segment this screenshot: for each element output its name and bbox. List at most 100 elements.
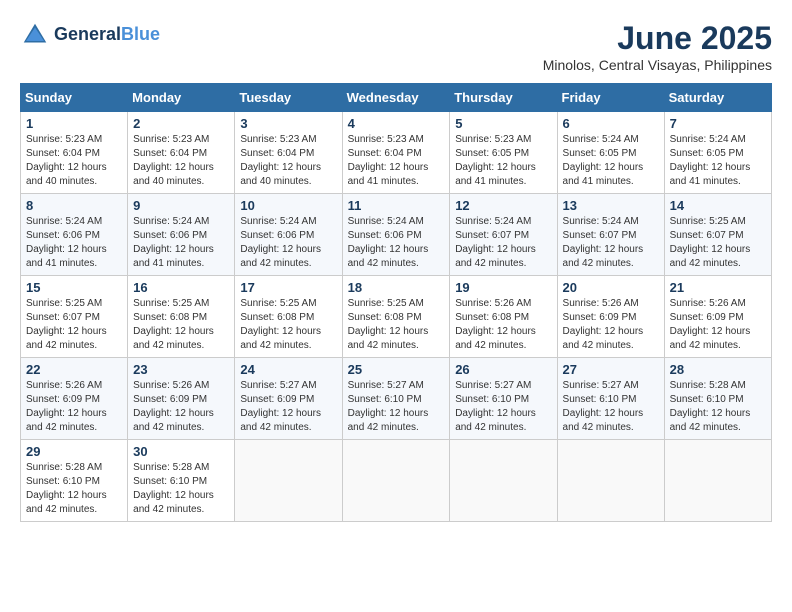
calendar-cell [557, 440, 664, 522]
calendar-cell: 28 Sunrise: 5:28 AMSunset: 6:10 PMDayligh… [664, 358, 771, 440]
calendar-cell: 30 Sunrise: 5:28 AMSunset: 6:10 PMDayligh… [128, 440, 235, 522]
calendar-cell: 5Sunrise: 5:23 AMSunset: 6:05 PMDaylight… [450, 112, 557, 194]
calendar-table: Sunday Monday Tuesday Wednesday Thursday… [20, 83, 772, 522]
calendar-cell: 25Sunrise: 5:27 AMSunset: 6:10 PMDayligh… [342, 358, 450, 440]
day-info: Sunrise: 5:28 AMSunset: 6:10 PMDaylight:… [133, 461, 229, 517]
calendar-cell: 16Sunrise: 5:25 AMSunset: 6:08 PMDayligh… [128, 276, 235, 358]
calendar-cell [235, 440, 342, 522]
calendar-row: 22 Sunrise: 5:26 AMSunset: 6:09 PMDayligh… [21, 358, 772, 440]
day-number: 7 [670, 116, 766, 131]
header-sunday: Sunday [21, 84, 128, 112]
logo-text: GeneralBlue [54, 24, 160, 46]
calendar-row: 8 Sunrise: 5:24 AMSunset: 6:06 PMDaylight… [21, 194, 772, 276]
calendar-cell: 22 Sunrise: 5:26 AMSunset: 6:09 PMDayligh… [21, 358, 128, 440]
day-number: 6 [563, 116, 659, 131]
calendar-cell: 27 Sunrise: 5:27 AMSunset: 6:10 PMDayligh… [557, 358, 664, 440]
calendar-cell: 2 Sunrise: 5:23 AMSunset: 6:04 PMDaylight… [128, 112, 235, 194]
location-title: Minolos, Central Visayas, Philippines [543, 57, 772, 73]
day-number: 26 [455, 362, 551, 377]
header-tuesday: Tuesday [235, 84, 342, 112]
logo-icon [20, 20, 50, 50]
day-number: 8 [26, 198, 122, 213]
day-info: Sunrise: 5:24 AMSunset: 6:07 PMDaylight:… [563, 215, 659, 271]
day-info: Sunrise: 5:24 AMSunset: 6:05 PMDaylight:… [670, 133, 766, 189]
day-info: Sunrise: 5:24 AMSunset: 6:06 PMDaylight:… [26, 215, 122, 271]
day-number: 19 [455, 280, 551, 295]
header-monday: Monday [128, 84, 235, 112]
day-info: Sunrise: 5:25 AMSunset: 6:07 PMDaylight:… [26, 297, 122, 353]
day-info: Sunrise: 5:24 AMSunset: 6:06 PMDaylight:… [133, 215, 229, 271]
day-number: 1 [26, 116, 122, 131]
calendar-cell: 18 Sunrise: 5:25 AMSunset: 6:08 PMDayligh… [342, 276, 450, 358]
day-info: Sunrise: 5:28 AMSunset: 6:10 PMDaylight:… [26, 461, 122, 517]
day-info: Sunrise: 5:27 AMSunset: 6:10 PMDaylight:… [455, 379, 551, 435]
calendar-cell: 11 Sunrise: 5:24 AMSunset: 6:06 PMDayligh… [342, 194, 450, 276]
calendar-cell: 23 Sunrise: 5:26 AMSunset: 6:09 PMDayligh… [128, 358, 235, 440]
day-info: Sunrise: 5:24 AMSunset: 6:06 PMDaylight:… [240, 215, 336, 271]
header-thursday: Thursday [450, 84, 557, 112]
calendar-cell: 20Sunrise: 5:26 AMSunset: 6:09 PMDayligh… [557, 276, 664, 358]
day-info: Sunrise: 5:25 AMSunset: 6:08 PMDaylight:… [133, 297, 229, 353]
day-info: Sunrise: 5:23 AMSunset: 6:04 PMDaylight:… [133, 133, 229, 189]
calendar-cell: 7 Sunrise: 5:24 AMSunset: 6:05 PMDaylight… [664, 112, 771, 194]
calendar-row: 1 Sunrise: 5:23 AMSunset: 6:04 PMDaylight… [21, 112, 772, 194]
header-saturday: Saturday [664, 84, 771, 112]
day-info: Sunrise: 5:26 AMSunset: 6:08 PMDaylight:… [455, 297, 551, 353]
calendar-cell: 14 Sunrise: 5:25 AMSunset: 6:07 PMDayligh… [664, 194, 771, 276]
day-info: Sunrise: 5:27 AMSunset: 6:09 PMDaylight:… [240, 379, 336, 435]
day-info: Sunrise: 5:27 AMSunset: 6:10 PMDaylight:… [563, 379, 659, 435]
header-wednesday: Wednesday [342, 84, 450, 112]
calendar-cell: 19 Sunrise: 5:26 AMSunset: 6:08 PMDayligh… [450, 276, 557, 358]
day-number: 10 [240, 198, 336, 213]
calendar-row: 15 Sunrise: 5:25 AMSunset: 6:07 PMDayligh… [21, 276, 772, 358]
day-info: Sunrise: 5:26 AMSunset: 6:09 PMDaylight:… [670, 297, 766, 353]
calendar-cell: 4Sunrise: 5:23 AMSunset: 6:04 PMDaylight… [342, 112, 450, 194]
day-number: 12 [455, 198, 551, 213]
day-number: 24 [240, 362, 336, 377]
calendar-cell [342, 440, 450, 522]
calendar-cell: 9 Sunrise: 5:24 AMSunset: 6:06 PMDaylight… [128, 194, 235, 276]
header-friday: Friday [557, 84, 664, 112]
calendar-cell: 10 Sunrise: 5:24 AMSunset: 6:06 PMDayligh… [235, 194, 342, 276]
calendar-cell [664, 440, 771, 522]
month-title: June 2025 [543, 20, 772, 57]
day-number: 21 [670, 280, 766, 295]
day-info: Sunrise: 5:24 AMSunset: 6:06 PMDaylight:… [348, 215, 445, 271]
day-number: 22 [26, 362, 122, 377]
calendar-cell: 26 Sunrise: 5:27 AMSunset: 6:10 PMDayligh… [450, 358, 557, 440]
day-info: Sunrise: 5:26 AMSunset: 6:09 PMDaylight:… [26, 379, 122, 435]
day-info: Sunrise: 5:23 AMSunset: 6:04 PMDaylight:… [26, 133, 122, 189]
day-number: 3 [240, 116, 336, 131]
day-info: Sunrise: 5:25 AMSunset: 6:07 PMDaylight:… [670, 215, 766, 271]
page-header: GeneralBlue June 2025 Minolos, Central V… [20, 20, 772, 73]
day-info: Sunrise: 5:25 AMSunset: 6:08 PMDaylight:… [348, 297, 445, 353]
day-info: Sunrise: 5:26 AMSunset: 6:09 PMDaylight:… [133, 379, 229, 435]
day-number: 18 [348, 280, 445, 295]
day-number: 23 [133, 362, 229, 377]
day-info: Sunrise: 5:24 AMSunset: 6:05 PMDaylight:… [563, 133, 659, 189]
day-number: 27 [563, 362, 659, 377]
calendar-cell: 12 Sunrise: 5:24 AMSunset: 6:07 PMDayligh… [450, 194, 557, 276]
day-number: 11 [348, 198, 445, 213]
day-number: 2 [133, 116, 229, 131]
calendar-cell: 15 Sunrise: 5:25 AMSunset: 6:07 PMDayligh… [21, 276, 128, 358]
day-info: Sunrise: 5:27 AMSunset: 6:10 PMDaylight:… [348, 379, 445, 435]
day-info: Sunrise: 5:26 AMSunset: 6:09 PMDaylight:… [563, 297, 659, 353]
day-number: 14 [670, 198, 766, 213]
calendar-cell: 8 Sunrise: 5:24 AMSunset: 6:06 PMDaylight… [21, 194, 128, 276]
day-number: 13 [563, 198, 659, 213]
day-number: 28 [670, 362, 766, 377]
day-number: 17 [240, 280, 336, 295]
day-number: 15 [26, 280, 122, 295]
calendar-cell: 17 Sunrise: 5:25 AMSunset: 6:08 PMDayligh… [235, 276, 342, 358]
day-info: Sunrise: 5:25 AMSunset: 6:08 PMDaylight:… [240, 297, 336, 353]
day-number: 4 [348, 116, 445, 131]
calendar-cell: 3Sunrise: 5:23 AMSunset: 6:04 PMDaylight… [235, 112, 342, 194]
calendar-cell: 29 Sunrise: 5:28 AMSunset: 6:10 PMDayligh… [21, 440, 128, 522]
day-info: Sunrise: 5:28 AMSunset: 6:10 PMDaylight:… [670, 379, 766, 435]
day-number: 9 [133, 198, 229, 213]
title-block: June 2025 Minolos, Central Visayas, Phil… [543, 20, 772, 73]
day-number: 29 [26, 444, 122, 459]
day-info: Sunrise: 5:24 AMSunset: 6:07 PMDaylight:… [455, 215, 551, 271]
day-number: 30 [133, 444, 229, 459]
